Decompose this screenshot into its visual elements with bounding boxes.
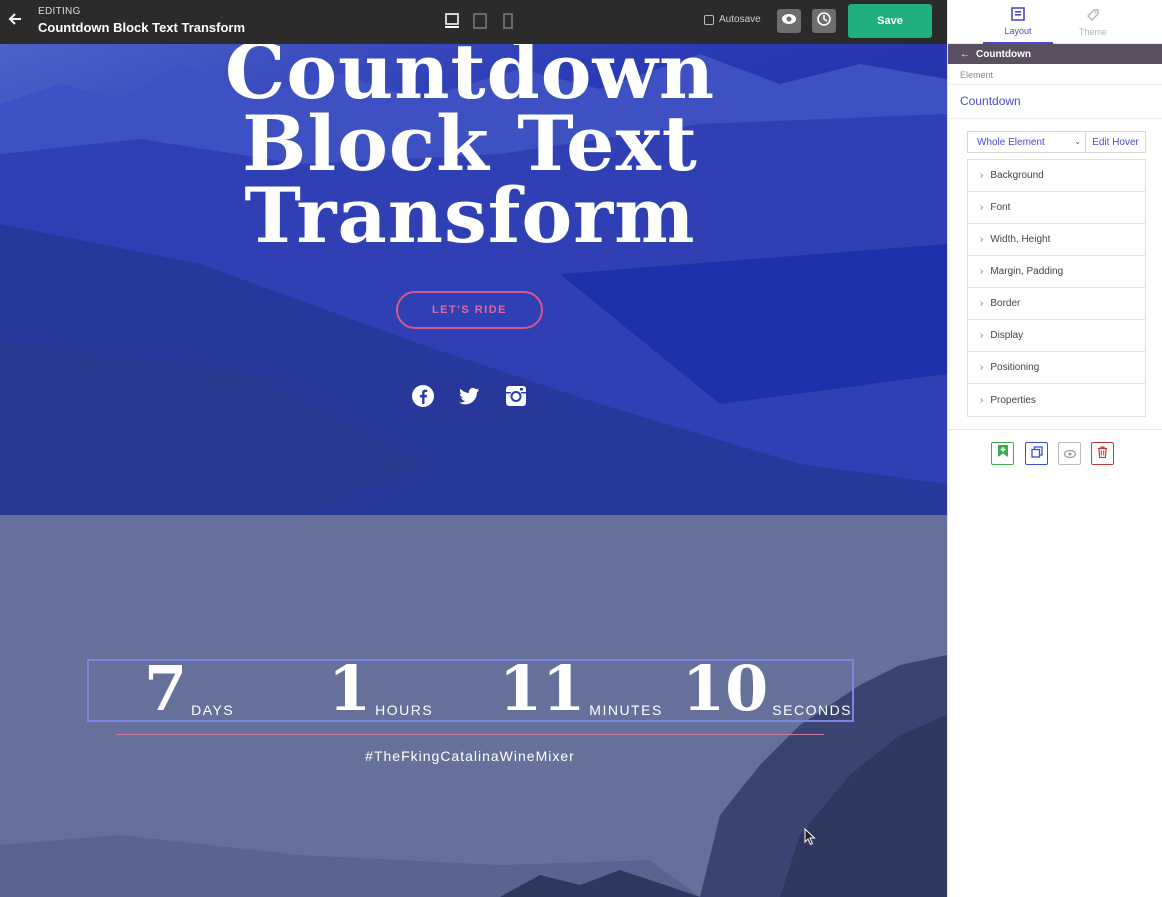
breadcrumb-label: Countdown [976, 48, 1031, 60]
delete-icon [1097, 445, 1108, 463]
hashtag-text: #TheFkingCatalinaWineMixer [365, 748, 575, 764]
countdown-label: HOURS [375, 702, 434, 718]
eye-icon [781, 12, 797, 30]
chevron-right-icon: › [980, 362, 984, 373]
accordion-properties[interactable]: › Properties [968, 384, 1145, 416]
hero-title-line: Transform [244, 171, 696, 260]
countdown-label: SECONDS [772, 702, 853, 718]
chevron-down-icon: ⌄ [1074, 137, 1081, 146]
state-selector: Whole Element ⌄ Edit Hover [967, 131, 1146, 153]
editor-topbar: EDITING Countdown Block Text Transform A… [0, 0, 947, 44]
instagram-icon[interactable] [504, 384, 528, 408]
history-icon [816, 11, 832, 32]
countdown-value: 10 [682, 652, 769, 725]
countdown-hours: 1 HOURS [328, 658, 433, 720]
bookmark-add-icon [997, 444, 1009, 463]
hero-title-line: Block Text [242, 99, 698, 188]
lets-ride-button[interactable]: LET'S RIDE [396, 291, 543, 329]
countdown-seconds: 10 SECONDS [682, 658, 852, 720]
twitter-icon[interactable] [457, 384, 481, 408]
tab-layout-label: Layout [1004, 25, 1032, 36]
page-canvas: Countdown Block Text Transform LET'S RID… [0, 44, 947, 897]
countdown-value: 7 [144, 652, 188, 725]
chevron-right-icon: › [980, 234, 984, 245]
save-button[interactable]: Save [848, 4, 932, 38]
facebook-icon[interactable] [411, 384, 435, 408]
countdown-label: MINUTES [589, 702, 663, 718]
accordion-display[interactable]: › Display [968, 320, 1145, 352]
mobile-view-icon[interactable] [500, 13, 516, 29]
breadcrumb[interactable]: ← Countdown [948, 44, 1162, 64]
accordion-label: Background [990, 170, 1044, 181]
autosave-label: Autosave [719, 14, 761, 25]
countdown-element[interactable]: 7 DAYS 1 HOURS 11 MINUTES 10 SECONDS [87, 658, 854, 722]
autosave-toggle[interactable]: Autosave [704, 14, 761, 25]
countdown-days: 7 DAYS [144, 658, 234, 720]
accordion-label: Properties [990, 394, 1036, 406]
divider [948, 429, 1162, 430]
tab-theme[interactable]: Theme [1058, 0, 1128, 44]
edit-hover-button[interactable]: Edit Hover [1086, 132, 1145, 152]
countdown-label: DAYS [191, 702, 235, 718]
chevron-right-icon: › [980, 394, 984, 406]
tablet-view-icon[interactable] [472, 13, 488, 29]
accordion-label: Font [990, 202, 1011, 213]
back-arrow-icon[interactable] [8, 12, 24, 30]
accordion-label: Width, Height [990, 234, 1051, 245]
delete-button[interactable] [1091, 442, 1114, 465]
element-name: Countdown [948, 85, 1162, 119]
accordion-label: Border [990, 298, 1021, 309]
accordion-label: Display [990, 330, 1024, 341]
countdown-section: 7 DAYS 1 HOURS 11 MINUTES 10 SECONDS #Th… [0, 515, 947, 897]
page-title: Countdown Block Text Transform [38, 20, 246, 35]
countdown-value: 11 [499, 652, 586, 725]
accordion-font[interactable]: › Font [968, 192, 1145, 224]
chevron-right-icon: › [980, 266, 984, 277]
chevron-right-icon: › [980, 170, 984, 181]
panel-tabs: Layout Theme [948, 0, 1162, 44]
arrow-left-icon: ← [960, 48, 970, 60]
element-part-select[interactable]: Whole Element ⌄ [968, 132, 1086, 152]
accordion-margin-padding[interactable]: › Margin, Padding [968, 256, 1145, 288]
mouse-cursor-icon [804, 827, 816, 851]
hero-title: Countdown Block Text Transform [0, 44, 940, 260]
countdown-minutes: 11 MINUTES [499, 658, 663, 720]
chevron-right-icon: › [980, 298, 984, 309]
accordion-label: Positioning [990, 362, 1040, 373]
settings-panel: Layout Theme ← Countdown Element Countdo… [947, 0, 1162, 897]
accordion-positioning[interactable]: › Positioning [968, 352, 1145, 384]
countdown-value: 1 [328, 652, 372, 725]
autosave-checkbox[interactable] [704, 14, 714, 25]
duplicate-icon [1030, 445, 1043, 463]
tab-theme-label: Theme [1078, 26, 1107, 37]
accordion-background[interactable]: › Background [968, 160, 1145, 192]
desktop-view-icon[interactable] [444, 13, 460, 29]
divider-line [116, 734, 824, 735]
layout-icon [1011, 6, 1025, 23]
accordion-width-height[interactable]: › Width, Height [968, 224, 1145, 256]
visibility-icon [1063, 445, 1076, 463]
element-part-value: Whole Element [977, 137, 1045, 148]
theme-icon [1086, 8, 1100, 24]
accordion-border[interactable]: › Border [968, 288, 1145, 320]
preview-button[interactable] [777, 9, 801, 33]
chevron-right-icon: › [980, 202, 984, 213]
tab-layout[interactable]: Layout [983, 0, 1053, 44]
history-button[interactable] [812, 9, 836, 33]
chevron-right-icon: › [980, 330, 984, 341]
style-accordion: › Background › Font › Width, Height › Margin… [967, 159, 1146, 417]
accordion-label: Margin, Padding [990, 266, 1064, 277]
section-label: Element [948, 64, 1162, 85]
save-to-library-button[interactable] [991, 442, 1014, 465]
editing-label: EDITING [38, 6, 81, 17]
duplicate-button[interactable] [1025, 442, 1048, 465]
toggle-visibility-button[interactable] [1058, 442, 1081, 465]
hero-section: Countdown Block Text Transform LET'S RID… [0, 44, 947, 515]
